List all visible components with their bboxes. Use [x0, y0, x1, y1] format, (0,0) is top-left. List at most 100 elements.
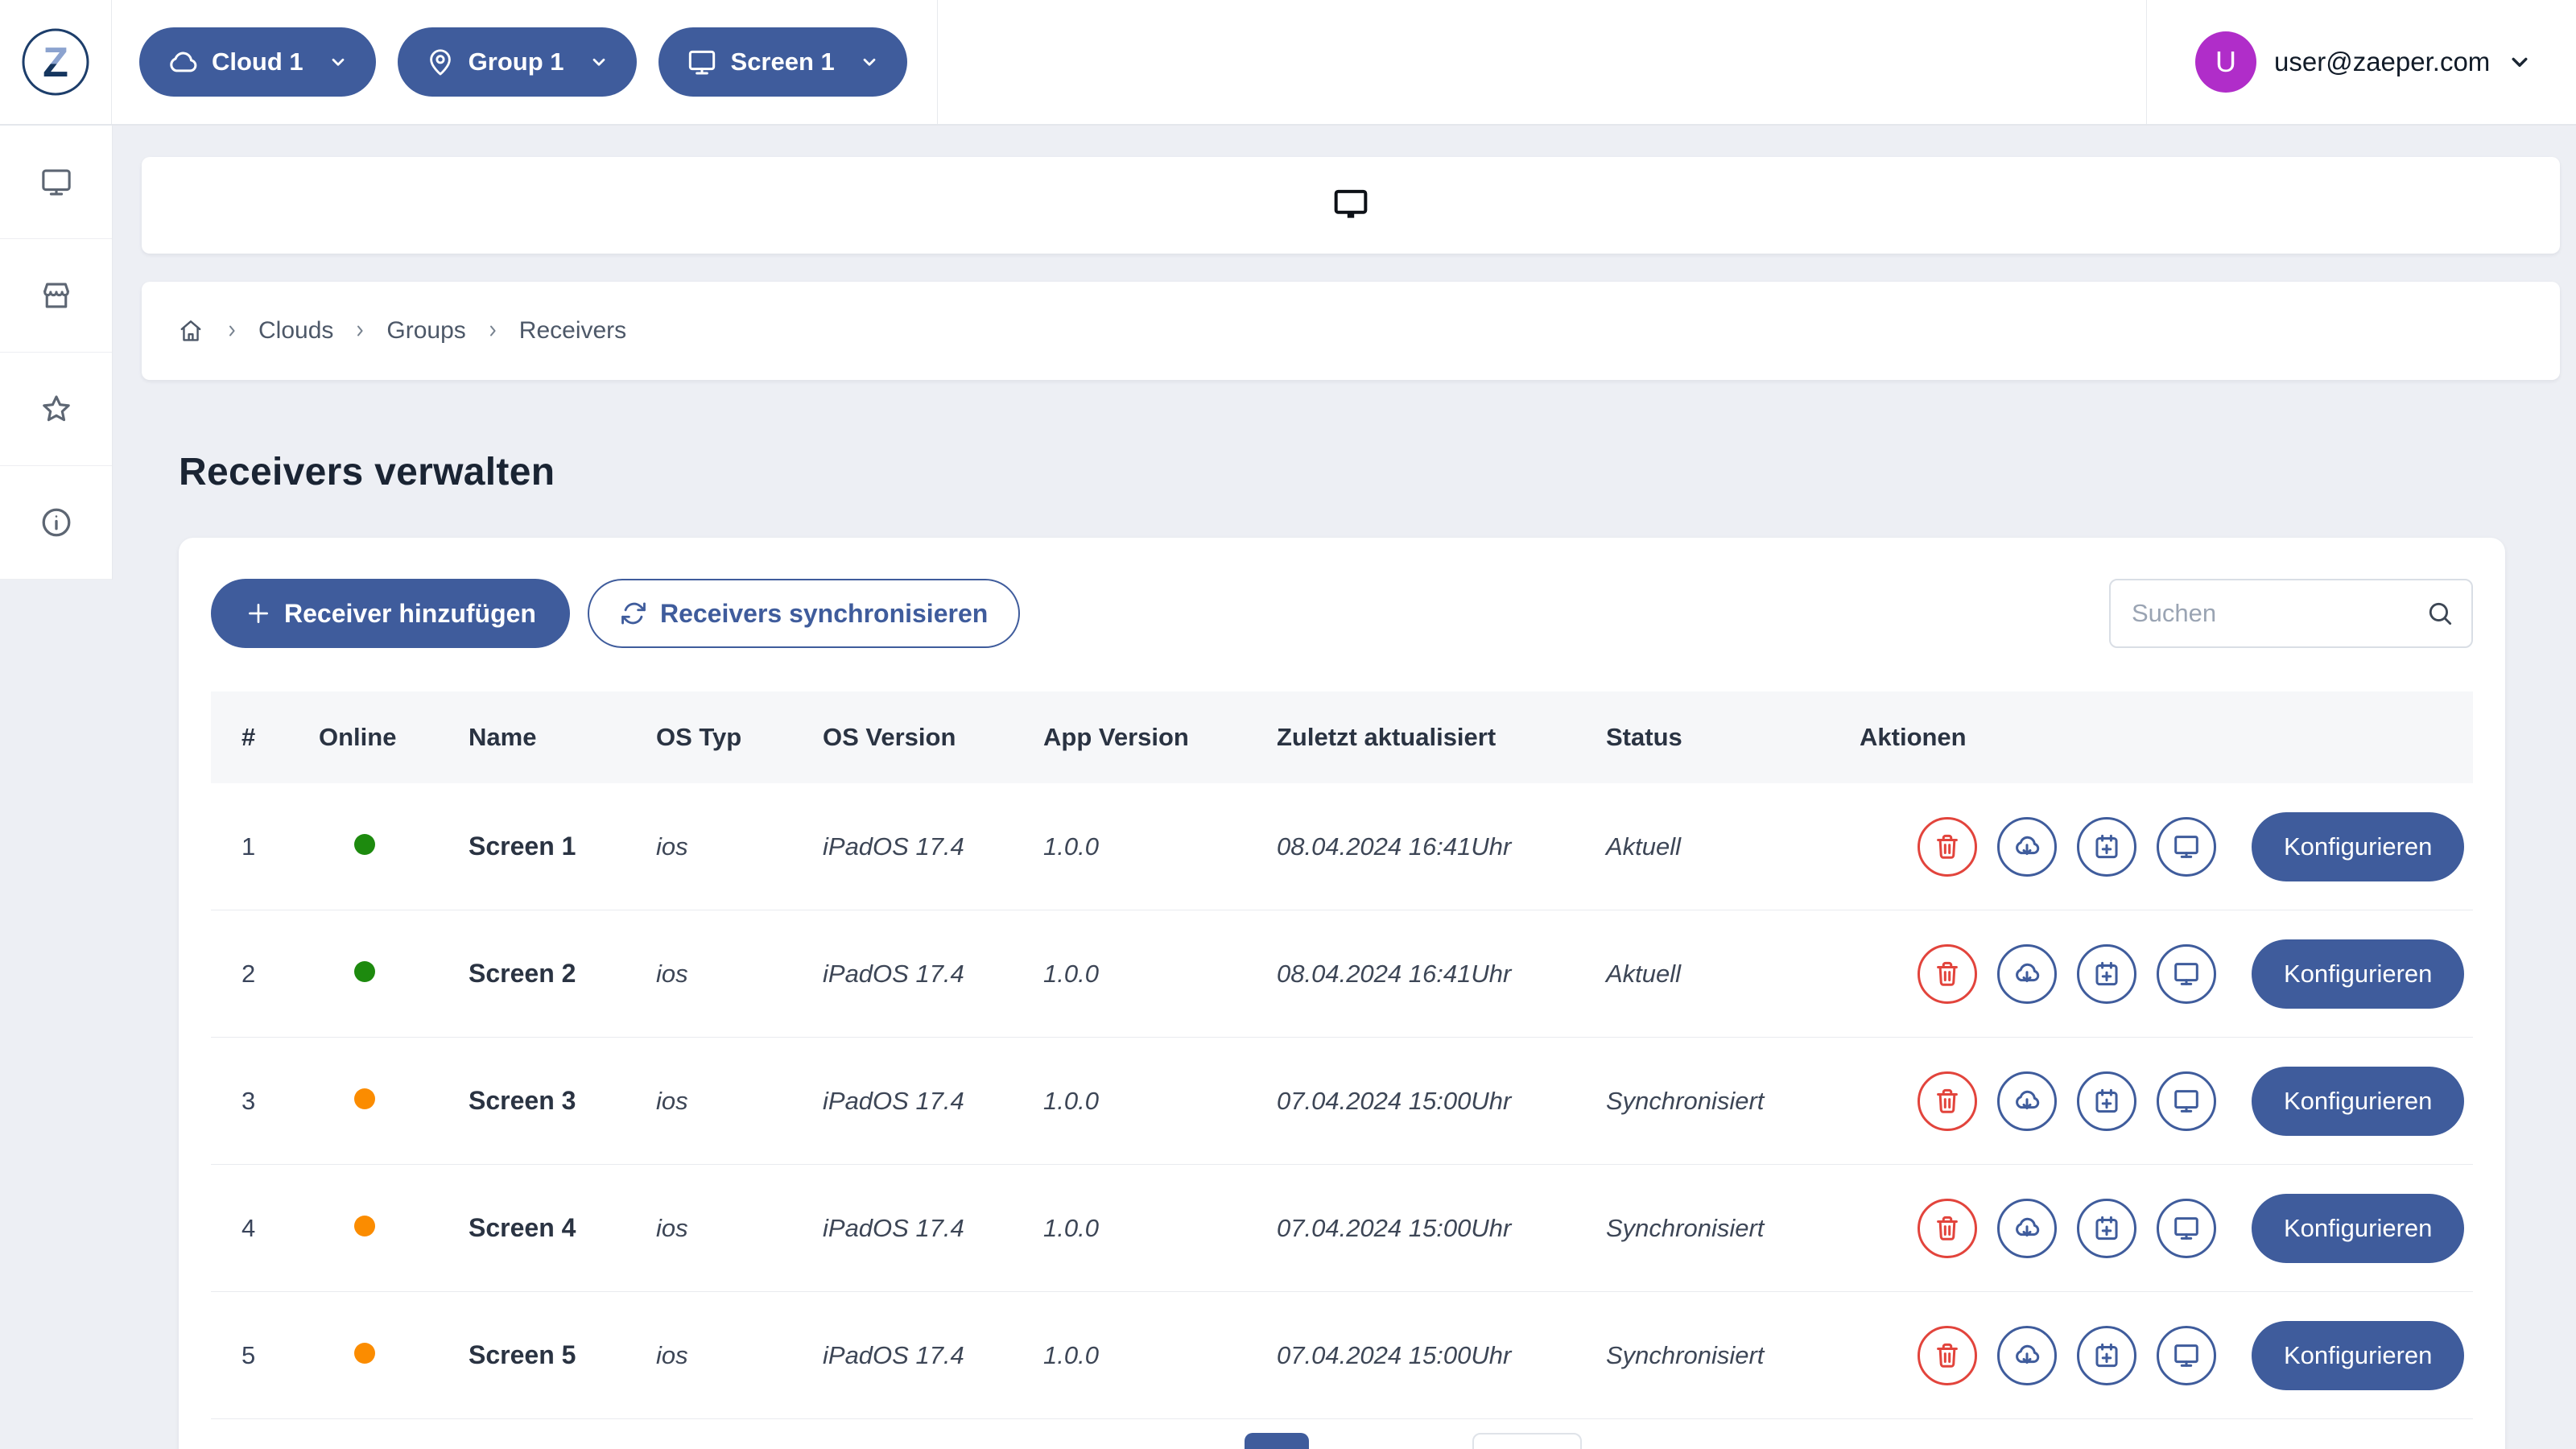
app-logo[interactable]: Z [21, 27, 90, 97]
search-box [2109, 579, 2473, 648]
cloud-download-button[interactable] [1997, 1071, 2057, 1131]
os-typ-value: ios [656, 1086, 688, 1115]
configure-button[interactable]: Konfigurieren [2252, 1193, 2465, 1263]
chevron-down-icon [2506, 48, 2533, 76]
preview-screen-button[interactable] [2157, 1325, 2216, 1385]
column-header-updated: Zuletzt aktualisiert [1277, 723, 1496, 751]
preview-screen-button[interactable] [2157, 943, 2216, 1004]
calendar-plus-icon [2091, 1340, 2122, 1371]
configure-button[interactable]: Konfigurieren [2252, 811, 2465, 881]
column-header-os-version: OS Version [823, 723, 956, 751]
online-status-dot [354, 1215, 375, 1236]
calendar-plus-icon [2091, 832, 2122, 862]
online-cell [319, 832, 469, 861]
search-input[interactable] [2109, 579, 2473, 648]
row-number: 5 [242, 1340, 256, 1369]
screen-selector-button[interactable]: Screen 1 [658, 27, 907, 97]
chevron-down-icon [588, 52, 609, 72]
chevron-right-icon [222, 321, 242, 341]
schedule-button[interactable] [2077, 1071, 2136, 1131]
status-value: Synchronisiert [1606, 1213, 1765, 1242]
status-value: Aktuell [1606, 959, 1682, 988]
screen-selector-label: Screen 1 [730, 47, 835, 76]
cloud-download-button[interactable] [1997, 816, 2057, 877]
cloud-download-icon [2012, 1086, 2042, 1117]
cloud-download-button[interactable] [1997, 943, 2057, 1004]
user-menu[interactable]: U user@zaeper.com [2147, 0, 2576, 124]
online-cell [319, 960, 469, 989]
row-actions: Konfigurieren [1860, 811, 2473, 881]
schedule-button[interactable] [2077, 816, 2136, 877]
monitor-icon[interactable] [1331, 188, 1370, 222]
column-header-online: Online [319, 723, 397, 751]
os-version-value: iPadOS 17.4 [823, 1340, 964, 1369]
delete-button[interactable] [1918, 1198, 1977, 1258]
content-area: Clouds Groups Receivers Receivers verwal… [113, 127, 2576, 1449]
preview-screen-button[interactable] [2157, 1198, 2216, 1258]
monitor-icon [39, 164, 74, 200]
sidebar-item-favorites[interactable] [0, 353, 112, 466]
delete-button[interactable] [1918, 1325, 1977, 1385]
breadcrumb-groups[interactable]: Groups [386, 317, 465, 345]
os-version-value: iPadOS 17.4 [823, 832, 964, 861]
avatar: U [2195, 31, 2256, 93]
star-icon [39, 391, 74, 427]
sidebar-item-info[interactable] [0, 466, 112, 580]
configure-button[interactable]: Konfigurieren [2252, 939, 2465, 1009]
sync-receivers-button[interactable]: Receivers synchronisieren [587, 579, 1021, 648]
monitor-icon [2171, 1086, 2202, 1117]
online-status-dot [354, 1342, 375, 1364]
preview-screen-button[interactable] [2157, 1071, 2216, 1131]
pagination-page-button[interactable] [1245, 1433, 1309, 1449]
calendar-plus-icon [2091, 1213, 2122, 1244]
status-value: Aktuell [1606, 832, 1682, 861]
refresh-icon [620, 600, 647, 627]
cloud-download-button[interactable] [1997, 1325, 2057, 1385]
user-email: user@zaeper.com [2274, 47, 2491, 76]
configure-button[interactable]: Konfigurieren [2252, 1320, 2465, 1390]
online-status-dot [354, 833, 375, 855]
table-header-row: # Online Name OS Typ OS Version App Vers… [211, 691, 2473, 783]
monitor-icon [2171, 832, 2202, 862]
info-icon [39, 505, 74, 540]
table-row: 1 Screen 1 ios iPadOS 17.4 1.0.0 08.04.2… [211, 783, 2473, 910]
preview-screen-button[interactable] [2157, 816, 2216, 877]
home-icon[interactable] [176, 316, 205, 345]
table-row: 5 Screen 5 ios iPadOS 17.4 1.0.0 07.04.2… [211, 1292, 2473, 1419]
sidebar-item-store[interactable] [0, 239, 112, 353]
app-version-value: 1.0.0 [1043, 1340, 1099, 1369]
schedule-button[interactable] [2077, 1198, 2136, 1258]
receivers-table: # Online Name OS Typ OS Version App Vers… [211, 691, 2473, 1419]
column-header-status: Status [1606, 723, 1682, 751]
configure-button[interactable]: Konfigurieren [2252, 1066, 2465, 1136]
schedule-button[interactable] [2077, 943, 2136, 1004]
page-title: Receivers verwalten [179, 451, 555, 493]
calendar-plus-icon [2091, 959, 2122, 989]
online-cell [319, 1087, 469, 1116]
column-header-actions: Aktionen [1860, 723, 1967, 751]
breadcrumb-bar: Clouds Groups Receivers [142, 282, 2560, 380]
trash-icon [1932, 1086, 1963, 1117]
schedule-button[interactable] [2077, 1325, 2136, 1385]
os-typ-value: ios [656, 1213, 688, 1242]
os-version-value: iPadOS 17.4 [823, 1213, 964, 1242]
sidebar [0, 126, 113, 580]
cloud-selector-button[interactable]: Cloud 1 [139, 27, 376, 97]
cloud-download-button[interactable] [1997, 1198, 2057, 1258]
monitor-icon [686, 46, 718, 78]
delete-button[interactable] [1918, 943, 1977, 1004]
delete-button[interactable] [1918, 1071, 1977, 1131]
column-header-os-typ: OS Typ [656, 723, 742, 751]
group-selector-button[interactable]: Group 1 [397, 27, 637, 97]
location-pin-icon [425, 47, 456, 77]
add-receiver-button[interactable]: Receiver hinzufügen [211, 579, 570, 648]
trash-icon [1932, 959, 1963, 989]
delete-button[interactable] [1918, 816, 1977, 877]
cloud-download-icon [2012, 1213, 2042, 1244]
os-typ-value: ios [656, 832, 688, 861]
breadcrumb-receivers[interactable]: Receivers [519, 317, 626, 345]
pagination-size-select[interactable] [1472, 1433, 1582, 1449]
breadcrumb-clouds[interactable]: Clouds [258, 317, 333, 345]
sidebar-item-screens[interactable] [0, 126, 112, 239]
row-actions: Konfigurieren [1860, 1320, 2473, 1390]
